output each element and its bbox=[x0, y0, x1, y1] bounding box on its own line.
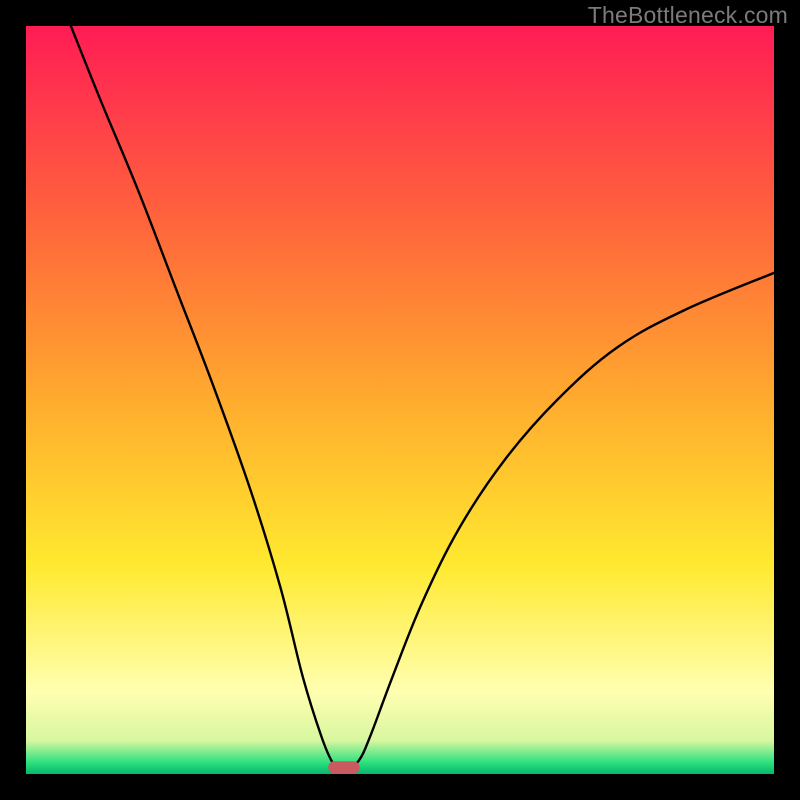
optimal-marker bbox=[328, 761, 359, 773]
plot-background bbox=[26, 26, 774, 774]
bottleneck-chart bbox=[0, 0, 800, 800]
chart-stage: TheBottleneck.com bbox=[0, 0, 800, 800]
